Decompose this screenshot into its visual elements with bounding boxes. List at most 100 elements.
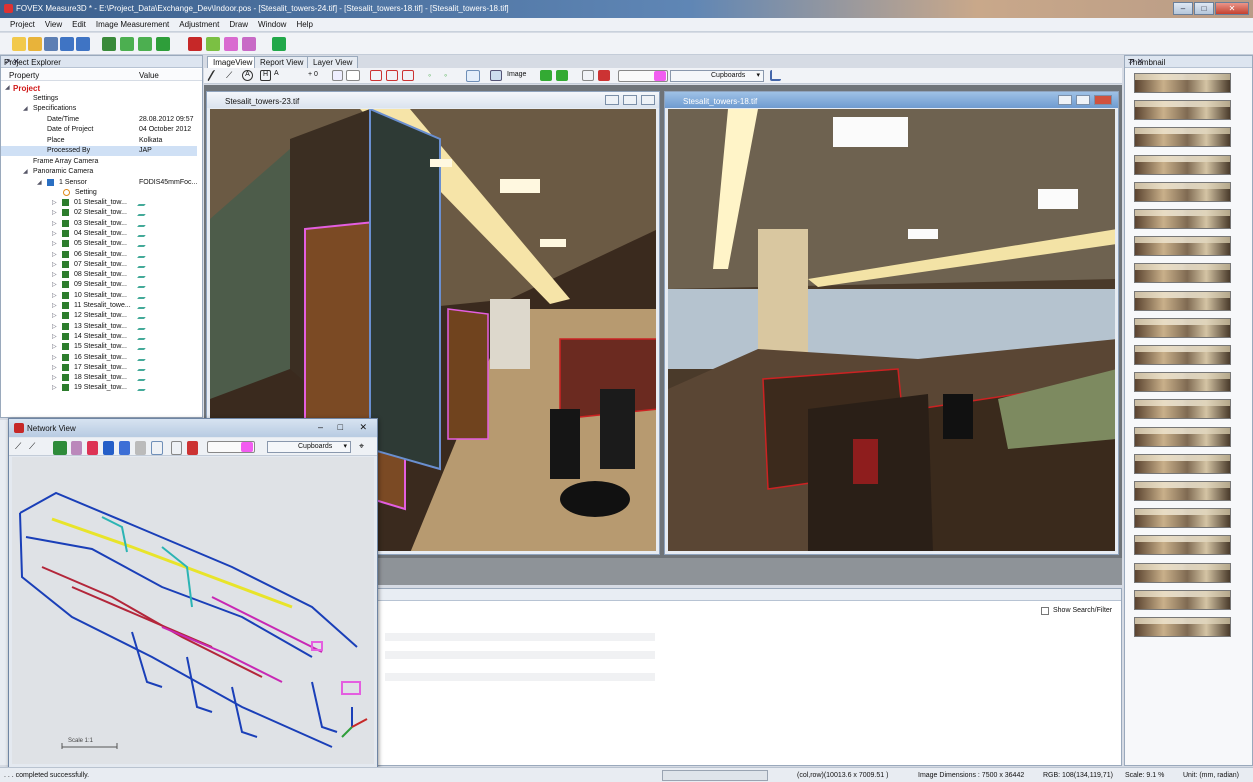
tree-frame-array-camera[interactable]: Frame Array Camera [1,157,197,167]
tree-image-item[interactable]: ▷ 13 Stesalit_tow... [0,322,196,332]
expand-icon[interactable]: ▷ [52,209,57,216]
tree-image-item[interactable]: ▷ 18 Stesalit_tow... [0,373,196,383]
thumbnail-item[interactable] [1134,290,1231,311]
expand-icon[interactable]: ▷ [52,240,57,247]
open-folder-icon[interactable] [28,37,42,51]
line-tool-icon[interactable]: ⟋ [15,441,29,455]
spec-row[interactable]: Date/Time 28.08.2012 09:57 [1,115,197,125]
tree-project[interactable]: ◢ Project [1,83,197,93]
menu-image-measurement[interactable]: Image Measurement [96,20,169,29]
adjust-icon[interactable] [156,37,170,51]
expand-icon[interactable]: ◢ [5,84,10,91]
edit-icon[interactable] [137,332,150,340]
minimize-button[interactable] [605,95,619,105]
edit-icon[interactable] [137,240,150,248]
thumbnail-item[interactable] [1134,73,1231,93]
image-view-icon[interactable] [466,70,480,82]
tree-settings[interactable]: Settings [1,94,197,104]
color-swatch[interactable] [654,71,666,81]
thumbnail-item[interactable] [1134,453,1231,474]
menu-adjustment[interactable]: Adjustment [179,20,219,29]
expand-icon[interactable]: ▷ [52,261,57,268]
menu-edit[interactable]: Edit [72,20,86,29]
thumbnail-item[interactable] [1134,617,1231,637]
view-icon[interactable] [119,441,130,455]
restore-button[interactable] [1076,95,1090,105]
minimize-button[interactable]: – [1173,2,1193,15]
expand-icon[interactable]: ▷ [52,384,57,391]
expand-icon[interactable]: ◢ [23,168,28,175]
angle-tool-icon[interactable]: ⟋ [226,70,237,81]
undo-icon[interactable] [60,37,74,51]
layer-dropdown[interactable]: Cupboards ▾ [267,441,351,453]
edit-icon[interactable] [137,260,150,268]
edit-icon[interactable] [137,229,150,237]
expand-icon[interactable]: ▷ [52,220,57,227]
network-3d-canvas[interactable]: Scale 1:1 [12,457,374,764]
save-icon[interactable] [44,37,58,51]
expand-icon[interactable]: ▷ [52,354,57,361]
maximize-button[interactable]: □ [1194,2,1214,15]
thumbnail-item[interactable] [1134,100,1231,121]
edit-icon[interactable] [137,209,150,217]
monitor-icon[interactable] [490,70,502,81]
close-button[interactable]: ✕ [359,422,367,433]
menu-project[interactable]: Project [10,20,35,29]
new-project-icon[interactable] [12,37,26,51]
minimize-button[interactable] [1058,95,1072,105]
edit-icon[interactable] [137,199,150,206]
record-icon[interactable] [188,37,202,51]
edit-icon[interactable] [137,374,150,382]
edit-icon[interactable] [137,271,150,279]
frame-icon[interactable] [151,441,163,455]
image-label[interactable]: Image [507,71,526,78]
network-icon[interactable] [138,37,152,51]
tree-image-item[interactable]: ▷ 16 Stesalit_tow... [0,353,196,363]
chart-icon[interactable] [770,70,781,81]
measure-icon[interactable] [71,441,82,455]
panel-pin-close[interactable]: ⇗ ✕ [4,57,199,66]
tab-imageview[interactable]: ImageView [207,56,259,68]
edit-icon[interactable] [137,302,150,309]
thumbnail-item[interactable] [1134,508,1231,529]
thumbnail-item[interactable] [1134,317,1231,338]
tree-image-item[interactable]: ▷ 01 Stesalit_tow... [0,198,196,208]
apply-icon[interactable] [346,70,360,81]
close-button[interactable] [1094,95,1112,105]
expand-icon[interactable]: ◢ [37,179,42,186]
fit-icon[interactable] [402,70,414,81]
point-remove-icon[interactable] [556,70,568,81]
tree-image-item[interactable]: ▷ 19 Stesalit_tow... [0,383,196,393]
line-tool-icon[interactable] [206,70,225,81]
expand-icon[interactable]: ▷ [52,230,57,237]
minimize-button[interactable]: – [318,422,323,432]
maximize-button[interactable]: □ [338,422,343,432]
menu-view[interactable]: View [45,20,62,29]
tree-image-item[interactable]: ▷ 04 Stesalit_tow... [0,229,196,239]
thumbnail-item[interactable] [1134,209,1231,229]
color-swatch[interactable] [241,442,253,452]
split-icon[interactable] [386,70,398,81]
close-button[interactable]: ✕ [1215,2,1249,15]
tree-image-item[interactable]: ▷ 08 Stesalit_tow... [0,270,196,280]
eraser-icon[interactable] [171,441,182,455]
pen-icon[interactable] [187,441,198,455]
edit-icon[interactable] [137,363,150,371]
camera-icon[interactable] [103,441,114,455]
redo-icon[interactable] [76,37,90,51]
close-button[interactable] [641,95,655,105]
office-photo-right[interactable] [668,109,1115,551]
expand-icon[interactable]: ▷ [52,364,57,371]
tree-image-item[interactable]: ▷ 17 Stesalit_tow... [0,363,196,373]
shape-icon[interactable] [87,441,98,455]
tree-setting[interactable]: Setting [1,188,197,198]
expand-icon[interactable]: ▷ [52,251,57,258]
tree-image-item[interactable]: ▷ 05 Stesalit_tow... [0,239,196,249]
tree-image-item[interactable]: ▷ 14 Stesalit_tow... [0,332,196,342]
restore-button[interactable] [623,95,637,105]
thumbnail-item[interactable] [1134,154,1231,175]
menu-window[interactable]: Window [258,20,286,29]
thumbnail-item[interactable] [1134,426,1231,447]
h-tool-icon[interactable]: H [260,70,271,81]
tree-image-item[interactable]: ▷ 12 Stesalit_tow... [0,311,196,321]
